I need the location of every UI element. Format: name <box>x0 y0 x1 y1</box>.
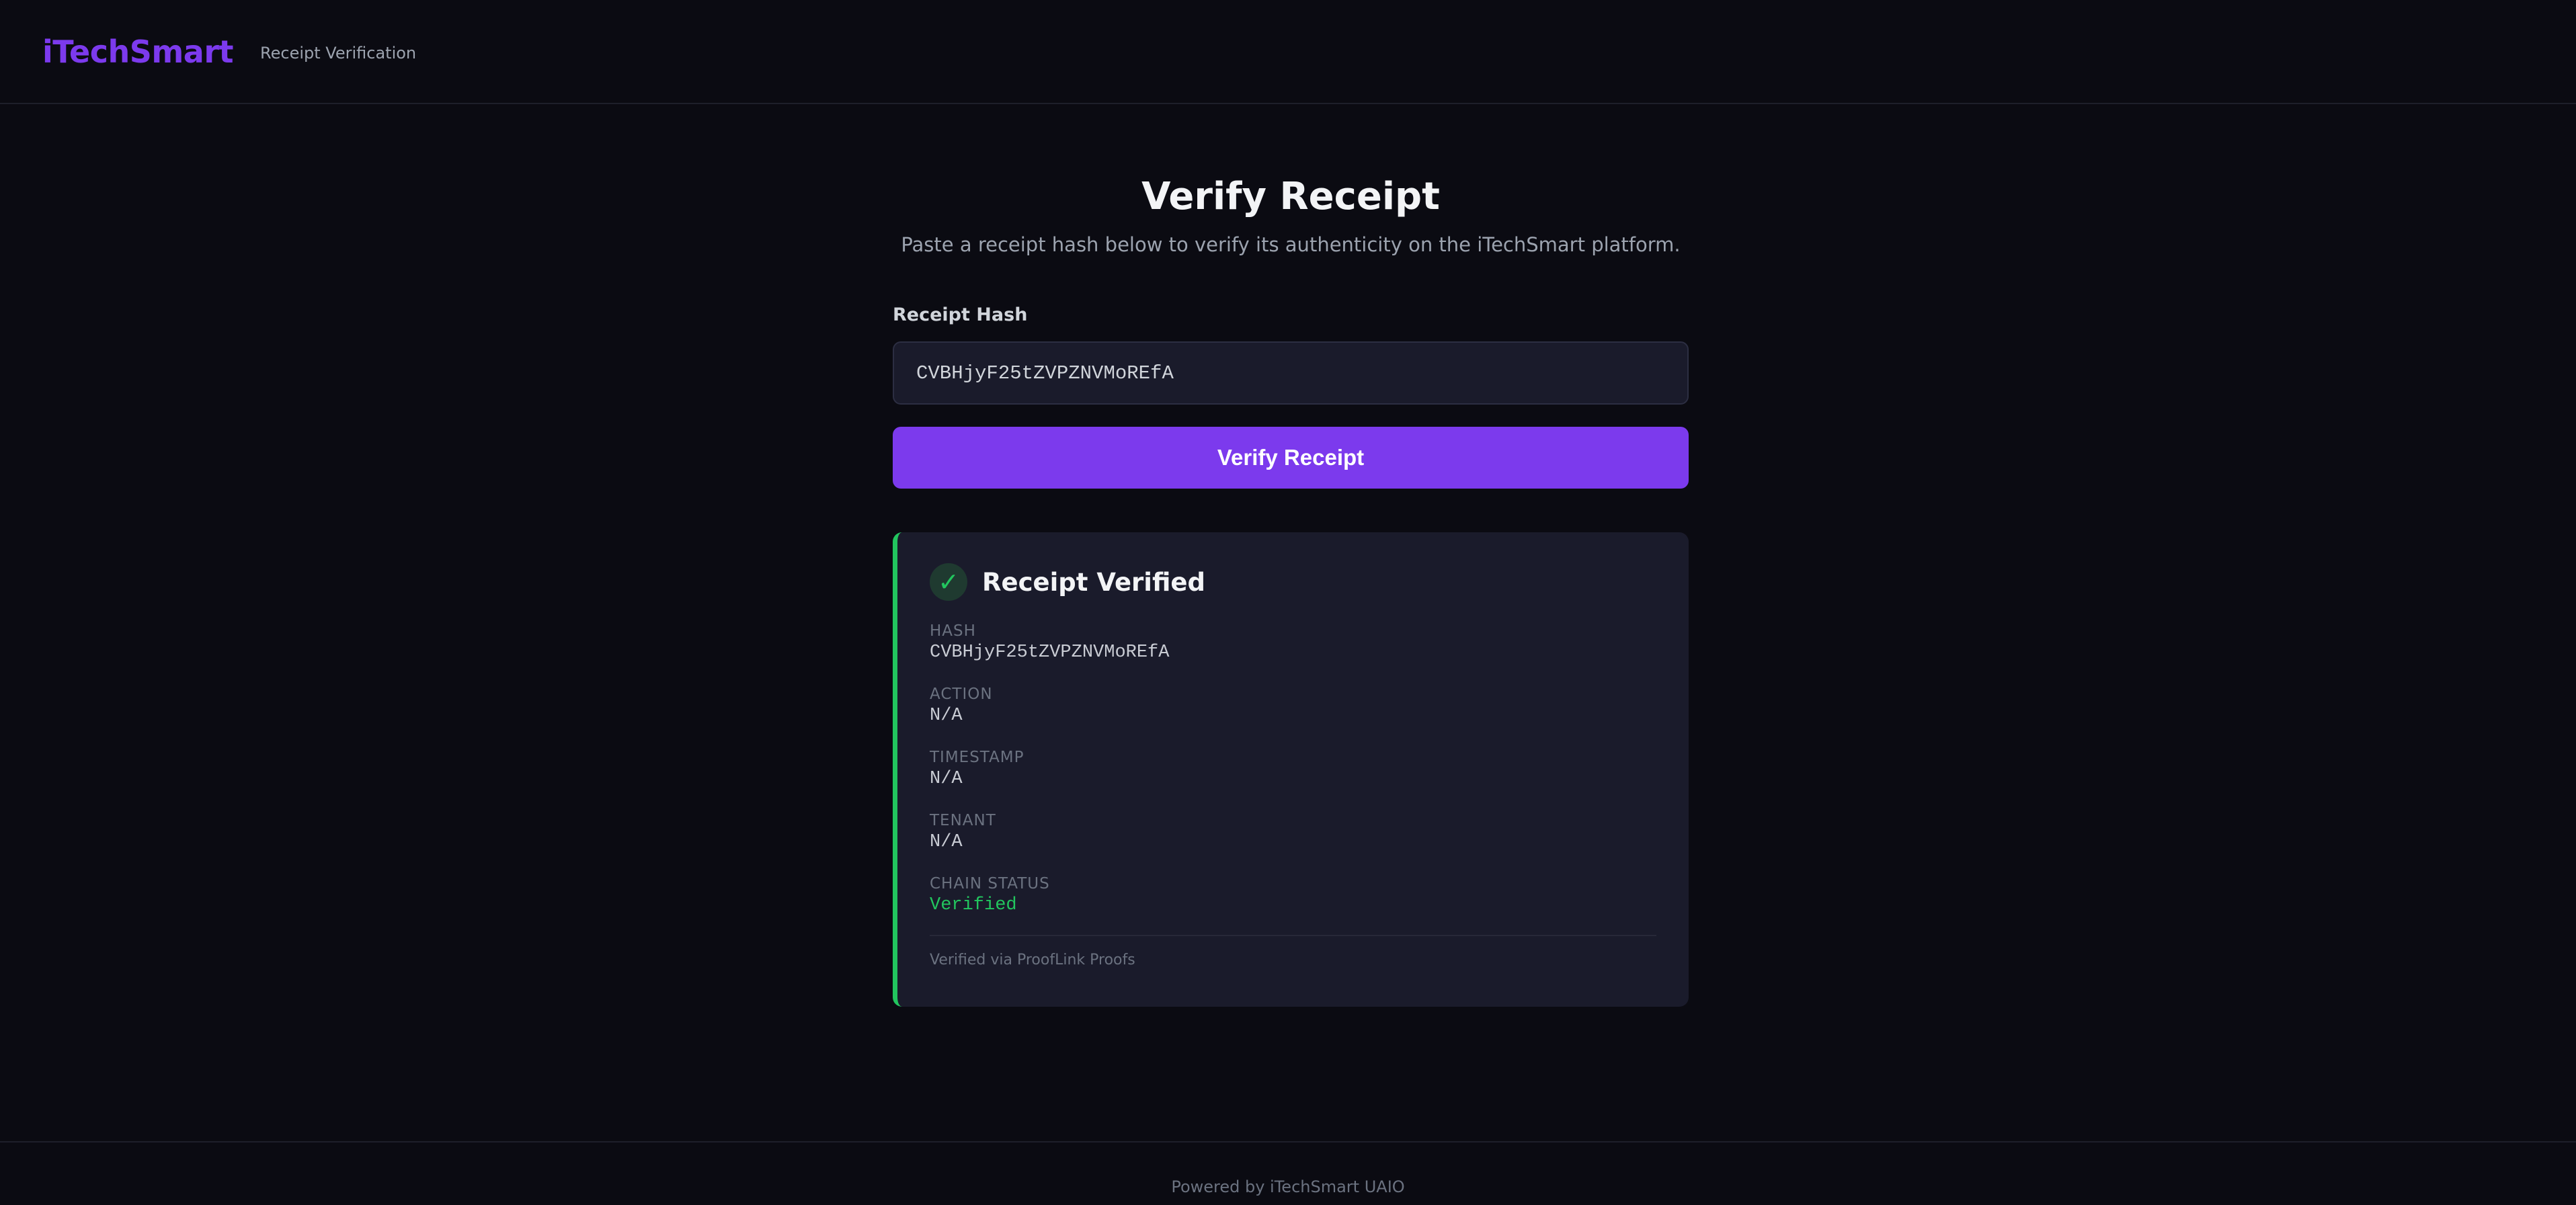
result-card: ✓ Receipt Verified HASH CVBHjyF25tZVPZNV… <box>893 532 1689 1007</box>
field-action-value: N/A <box>930 706 963 726</box>
field-hash-value: CVBHjyF25tZVPZNVMoREfA <box>930 642 1170 663</box>
verify-panel: Verify Receipt Paste a receipt hash belo… <box>893 171 1689 1007</box>
field-action-key: ACTION <box>930 685 993 703</box>
page-description: Paste a receipt hash below to verify its… <box>901 233 1681 256</box>
page: iTechSmart Receipt Verification Verify R… <box>0 0 2576 1205</box>
page-title: Verify Receipt <box>1141 175 1440 218</box>
field-hash-key: HASH <box>930 622 976 640</box>
receipt-hash-label: Receipt Hash <box>893 304 1028 325</box>
result-title: Receipt Verified <box>982 567 1205 597</box>
field-timestamp-value: N/A <box>930 769 963 789</box>
card-divider <box>930 935 1656 936</box>
page-footer: Powered by iTechSmart UAIO <box>0 1141 2576 1205</box>
verify-receipt-button[interactable]: Verify Receipt <box>893 427 1689 489</box>
field-chain-status: CHAIN STATUS Verified <box>930 874 1656 917</box>
powered-by-text: Powered by iTechSmart UAIO <box>1171 1177 1405 1196</box>
check-icon: ✓ <box>930 563 967 601</box>
result-header: ✓ Receipt Verified <box>930 563 1656 601</box>
field-timestamp: TIMESTAMP N/A <box>930 747 1656 790</box>
header-subtitle: Receipt Verification <box>260 43 417 63</box>
top-bar: iTechSmart Receipt Verification <box>0 0 2576 104</box>
field-action: ACTION N/A <box>930 684 1656 727</box>
field-timestamp-key: TIMESTAMP <box>930 749 1024 766</box>
result-fields: HASH CVBHjyF25tZVPZNVMoREfA ACTION N/A T… <box>930 621 1656 917</box>
receipt-hash-input[interactable] <box>893 341 1689 405</box>
field-tenant-value: N/A <box>930 832 963 852</box>
field-hash: HASH CVBHjyF25tZVPZNVMoREfA <box>930 621 1656 664</box>
chain-status-badge: Verified <box>930 895 1017 915</box>
field-chain-status-key: CHAIN STATUS <box>930 875 1050 892</box>
field-tenant-key: TENANT <box>930 812 996 829</box>
verified-via-note: Verified via ProofLink Proofs <box>930 952 1135 968</box>
field-tenant: TENANT N/A <box>930 811 1656 854</box>
brand-logo[interactable]: iTechSmart <box>42 34 234 70</box>
